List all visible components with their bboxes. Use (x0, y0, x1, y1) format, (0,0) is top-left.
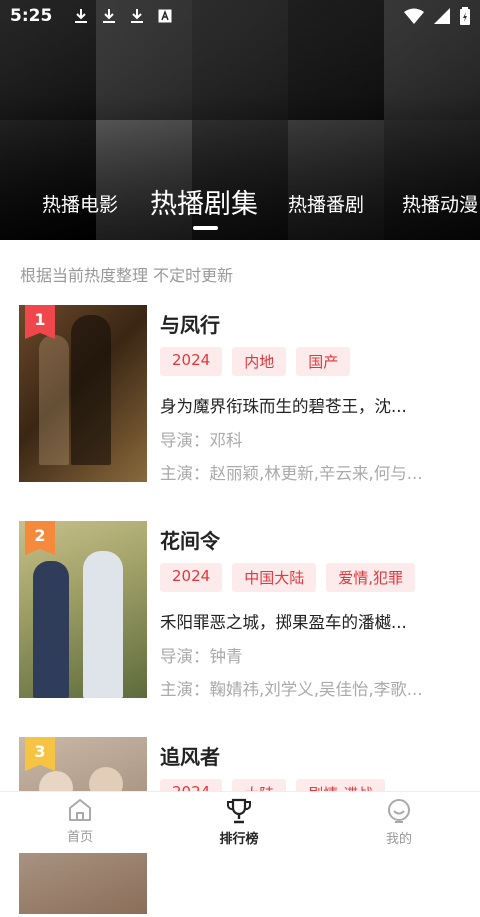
nav-home[interactable]: 首页 (40, 798, 120, 845)
item-title[interactable]: 追风者 (160, 741, 220, 770)
app-notification-icon (158, 9, 172, 23)
item-cast: 主演：赵丽颖,林更新,辛云来,何与... (160, 464, 423, 483)
hero-banner: 5:25 热播电影 热播剧集 热播番剧 热播动漫 (0, 0, 480, 240)
ranking-item[interactable]: 2 花间令 2024 中国大陆 爱情,犯罪 禾阳罪恶之城，掷果盈车的潘樾... … (0, 521, 480, 701)
tag-genre: 爱情,犯罪 (326, 563, 415, 592)
item-cast: 主演：鞠婧祎,刘学义,吴佳怡,李歌... (160, 680, 423, 699)
poster-image[interactable]: 1 (19, 305, 147, 482)
rank-badge: 2 (25, 521, 55, 555)
wifi-icon (404, 8, 424, 24)
download-icon (131, 9, 144, 23)
tag-year: 2024 (160, 563, 223, 592)
nav-home-label: 首页 (66, 830, 93, 845)
poster-image[interactable]: 2 (19, 521, 147, 698)
nav-profile-label: 我的 (385, 832, 412, 847)
tag-region: 内地 (232, 347, 287, 376)
tag-genre: 国产 (296, 347, 351, 376)
tag-region: 中国大陆 (232, 563, 317, 592)
trophy-icon (227, 798, 251, 824)
status-time: 5:25 (10, 6, 53, 26)
tab-hot-movies[interactable]: 热播电影 (42, 190, 118, 217)
tag-year: 2024 (160, 347, 223, 376)
ranking-item[interactable]: 1 与凤行 2024 内地 国产 身为魔界衔珠而生的碧苍王，沈... 导演：邓科… (0, 305, 480, 485)
tab-indicator (193, 226, 218, 230)
tab-hot-bangumi[interactable]: 热播番剧 (288, 190, 364, 217)
system-icons (404, 7, 470, 25)
nav-ranking-label: 排行榜 (219, 832, 259, 847)
item-title[interactable]: 花间令 (160, 525, 220, 554)
rank-badge: 3 (25, 737, 55, 771)
status-bar: 5:25 (0, 0, 480, 32)
tag-list: 2024 内地 国产 (160, 347, 351, 376)
signal-icon (434, 8, 450, 24)
item-description: 身为魔界衔珠而生的碧苍王，沈... (160, 397, 407, 416)
battery-icon (460, 7, 470, 25)
download-icon (75, 9, 88, 23)
ranking-subtitle: 根据当前热度整理 不定时更新 (20, 266, 234, 285)
item-description: 禾阳罪恶之城，掷果盈车的潘樾... (160, 613, 407, 632)
tag-list: 2024 中国大陆 爱情,犯罪 (160, 563, 415, 592)
nav-ranking[interactable]: 排行榜 (199, 798, 279, 847)
item-title[interactable]: 与凤行 (160, 309, 220, 338)
tab-hot-series[interactable]: 热播剧集 (150, 182, 258, 221)
item-director: 导演：钟青 (160, 647, 243, 666)
category-tabs: 热播电影 热播剧集 热播番剧 热播动漫 (0, 178, 480, 228)
tab-hot-anime[interactable]: 热播动漫 (402, 190, 478, 217)
profile-icon (388, 799, 410, 823)
notification-icons (74, 8, 172, 24)
bottom-navigation: 首页 排行榜 我的 (0, 791, 480, 853)
item-director: 导演：邓科 (160, 431, 243, 450)
nav-profile[interactable]: 我的 (359, 798, 439, 847)
home-icon (69, 799, 91, 821)
download-icon (103, 9, 116, 23)
rank-badge: 1 (25, 305, 55, 339)
